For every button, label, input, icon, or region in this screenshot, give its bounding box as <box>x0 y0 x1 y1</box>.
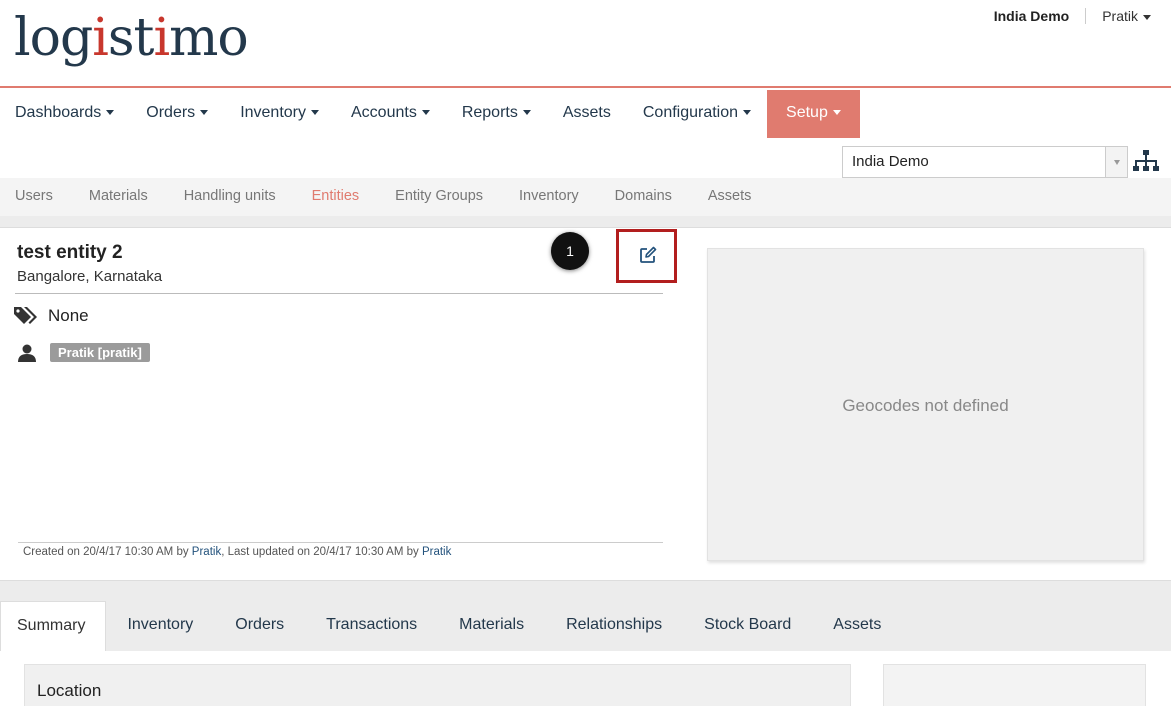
logistimo-logo[interactable]: logistimo <box>14 2 249 74</box>
nav-inventory[interactable]: Inventory <box>224 90 335 138</box>
caret-down-icon <box>106 110 115 116</box>
nav-label: Reports <box>461 104 518 121</box>
summary-side-card <box>883 664 1146 706</box>
nav-label: Assets <box>562 104 611 121</box>
header: logistimo India Demo Pratik <box>0 0 1171 88</box>
entity-tags-value: None <box>48 306 89 325</box>
top-right-menu: India Demo Pratik <box>994 8 1151 24</box>
step-number-badge: 1 <box>551 232 589 270</box>
main-nav: Dashboards Orders Inventory Accounts Rep… <box>0 90 860 138</box>
tab-assets[interactable]: Assets <box>812 601 902 651</box>
caret-down-icon <box>311 110 319 116</box>
domain-select[interactable]: India Demo <box>842 146 1128 178</box>
caret-down-icon <box>743 110 752 116</box>
nav-reports[interactable]: Reports <box>446 90 547 138</box>
subnav-handling-units[interactable]: Handling units <box>166 178 294 216</box>
subnav-entities[interactable]: Entities <box>294 178 378 224</box>
user-menu[interactable]: Pratik <box>1086 8 1151 24</box>
created-by-link[interactable]: Pratik <box>192 546 221 558</box>
nav-label: Inventory <box>240 104 306 121</box>
entity-tabs: Summary Inventory Orders Transactions Ma… <box>0 601 902 651</box>
subnav-users[interactable]: Users <box>0 178 71 216</box>
subnav-materials[interactable]: Materials <box>71 178 166 216</box>
nav-label: Dashboards <box>15 104 102 121</box>
divider-band <box>0 216 1171 228</box>
location-card-title: Location <box>37 681 102 700</box>
caret-down-icon <box>1143 14 1151 20</box>
divider <box>15 293 663 294</box>
caret-down-icon <box>421 110 430 116</box>
nav-assets[interactable]: Assets <box>547 90 627 138</box>
nav-label: Accounts <box>351 104 417 121</box>
map-panel: Geocodes not defined <box>707 248 1144 561</box>
tab-stock-board[interactable]: Stock Board <box>683 601 812 651</box>
entity-users-row: Pratik [pratik] <box>17 343 150 362</box>
location-card: Location <box>24 664 851 706</box>
subnav-inventory[interactable]: Inventory <box>501 178 597 216</box>
caret-down-icon <box>522 110 531 116</box>
entity-tags-row: None <box>14 306 89 326</box>
entity-location: Bangalore, Karnataka <box>17 268 163 285</box>
entity-name: test entity 2 <box>17 242 123 263</box>
caret-down-icon <box>200 110 209 116</box>
setup-subnav: Users Materials Handling units Entities … <box>0 178 1171 224</box>
caret-down-icon <box>832 110 841 116</box>
select-arrow-icon[interactable] <box>1105 147 1127 177</box>
nav-orders[interactable]: Orders <box>130 90 224 138</box>
subnav-domains[interactable]: Domains <box>597 178 690 216</box>
nav-label: Setup <box>786 104 828 121</box>
created-prefix: Created on 20/4/17 10:30 AM by <box>23 546 192 558</box>
subnav-entity-groups[interactable]: Entity Groups <box>377 178 501 216</box>
tags-icon <box>14 307 37 324</box>
edit-entity-button[interactable] <box>616 229 677 283</box>
tab-summary[interactable]: Summary <box>0 601 107 651</box>
current-domain-label: India Demo <box>994 8 1087 24</box>
nav-accounts[interactable]: Accounts <box>335 90 446 138</box>
updated-prefix: , Last updated on 20/4/17 10:30 AM by <box>221 546 422 558</box>
tab-inventory[interactable]: Inventory <box>106 601 214 651</box>
tab-materials[interactable]: Materials <box>438 601 545 651</box>
divider <box>18 542 663 543</box>
nav-label: Configuration <box>642 104 739 121</box>
edit-icon <box>640 246 657 263</box>
geocodes-message: Geocodes not defined <box>842 396 1009 415</box>
updated-by-link[interactable]: Pratik <box>422 546 451 558</box>
domain-select-value: India Demo <box>852 153 929 170</box>
tab-relationships[interactable]: Relationships <box>545 601 683 651</box>
tab-transactions[interactable]: Transactions <box>305 601 438 651</box>
user-menu-label: Pratik <box>1102 8 1138 24</box>
entity-user-pill[interactable]: Pratik [pratik] <box>50 343 150 362</box>
subnav-assets[interactable]: Assets <box>690 178 770 216</box>
hierarchy-icon[interactable] <box>1133 149 1159 175</box>
created-info: Created on 20/4/17 10:30 AM by Pratik, L… <box>23 546 451 558</box>
user-icon <box>18 344 36 362</box>
nav-setup[interactable]: Setup <box>767 90 860 138</box>
nav-configuration[interactable]: Configuration <box>627 90 767 138</box>
nav-label: Orders <box>146 104 196 121</box>
tab-orders[interactable]: Orders <box>214 601 305 651</box>
nav-dashboards[interactable]: Dashboards <box>0 90 130 138</box>
